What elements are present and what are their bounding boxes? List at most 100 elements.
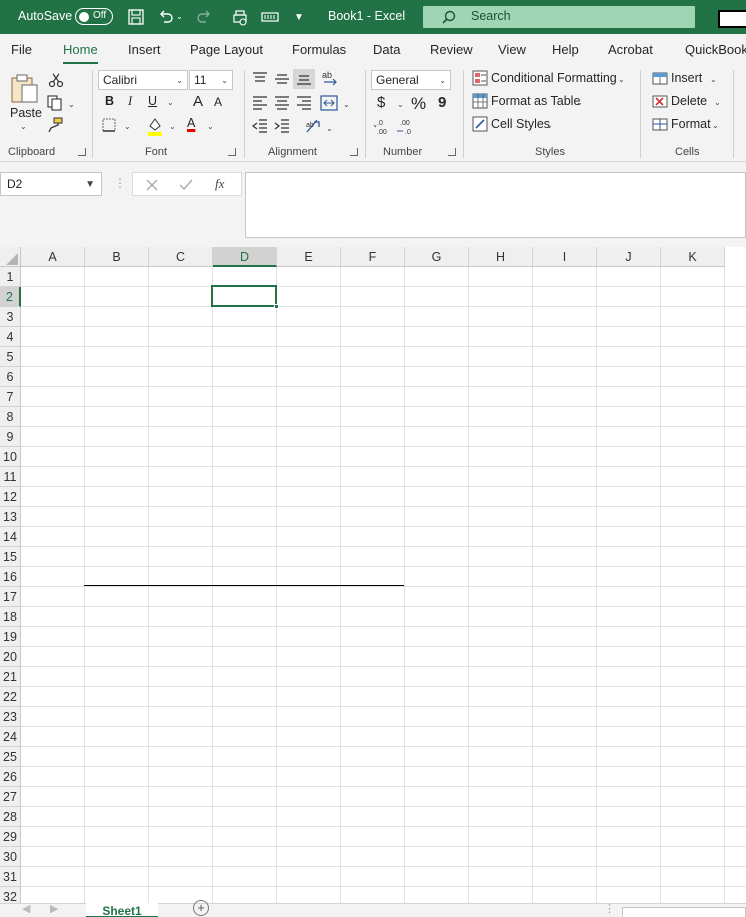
column-header-b[interactable]: B (85, 247, 149, 267)
undo-dropdown-icon[interactable]: ⌄ (176, 12, 183, 21)
fill-color-icon[interactable] (146, 116, 164, 136)
tab-formulas[interactable]: Formulas (292, 42, 346, 57)
font-name-dropdown-icon[interactable]: ⌄ (176, 76, 183, 85)
cell-styles-button[interactable]: Cell Styles (491, 117, 550, 131)
number-format-box[interactable]: General ⌄ (371, 70, 451, 90)
fill-color-dropdown-icon[interactable]: ⌄ (169, 122, 176, 131)
row-header-3[interactable]: 3 (0, 307, 21, 327)
tab-data[interactable]: Data (373, 42, 400, 57)
row-header-19[interactable]: 19 (0, 627, 21, 647)
row-header-29[interactable]: 29 (0, 827, 21, 847)
italic-button[interactable]: I (128, 94, 132, 109)
decrease-indent-icon[interactable] (252, 119, 268, 133)
font-launcher-icon[interactable] (228, 148, 236, 156)
column-header-h[interactable]: H (469, 247, 533, 267)
currency-dropdown-icon[interactable]: ⌄ (397, 100, 404, 109)
font-color-dropdown-icon[interactable]: ⌄ (207, 122, 214, 131)
new-sheet-button[interactable]: + (193, 900, 209, 916)
tab-home[interactable]: Home (63, 42, 98, 64)
row-header-31[interactable]: 31 (0, 867, 21, 887)
merge-center-icon[interactable] (320, 94, 338, 112)
fill-handle[interactable] (274, 304, 279, 309)
row-header-6[interactable]: 6 (0, 367, 21, 387)
prev-sheet-icon[interactable]: ◀ (22, 902, 30, 915)
customize-qat-icon[interactable]: ▼ (294, 12, 304, 23)
tab-page-layout[interactable]: Page Layout (190, 42, 263, 57)
row-header-28[interactable]: 28 (0, 807, 21, 827)
row-header-16[interactable]: 16 (0, 567, 21, 587)
autosave-toggle[interactable]: Off (75, 8, 113, 25)
next-sheet-icon[interactable]: ▶ (50, 902, 58, 915)
row-header-25[interactable]: 25 (0, 747, 21, 767)
row-header-12[interactable]: 12 (0, 487, 21, 507)
copy-icon[interactable] (46, 94, 64, 112)
insert-cells-icon[interactable] (652, 70, 668, 86)
column-header-i[interactable]: I (533, 247, 597, 267)
font-size-box[interactable]: 11 ⌄ (189, 70, 233, 90)
align-left-icon[interactable] (252, 96, 268, 110)
format-cells-icon[interactable] (652, 116, 668, 132)
paste-label[interactable]: Paste (10, 106, 42, 120)
orientation-icon[interactable]: ab (320, 69, 340, 89)
delete-button[interactable]: Delete (671, 94, 707, 108)
quick-print-icon[interactable] (230, 7, 250, 27)
comma-style-button[interactable]: 9 (438, 94, 446, 111)
currency-button[interactable]: $ (377, 94, 385, 111)
row-header-23[interactable]: 23 (0, 707, 21, 727)
row-header-2[interactable]: 2 (0, 287, 21, 307)
font-name-box[interactable]: Calibri ⌄ (98, 70, 188, 90)
conditional-formatting-button[interactable]: Conditional Formatting (491, 71, 617, 85)
format-as-table-button[interactable]: Format as Table (491, 94, 580, 108)
insert-function-icon[interactable]: fx (215, 176, 224, 192)
tab-review[interactable]: Review (430, 42, 473, 57)
undo-icon[interactable] (156, 7, 176, 27)
alignment-launcher-icon[interactable] (350, 148, 358, 156)
merge-dropdown-icon[interactable]: ⌄ (343, 100, 350, 109)
paste-dropdown-icon[interactable]: ⌄ (20, 122, 27, 131)
name-box[interactable]: D2 ▼ (0, 172, 102, 196)
cut-icon[interactable] (48, 72, 64, 88)
row-header-7[interactable]: 7 (0, 387, 21, 407)
row-header-17[interactable]: 17 (0, 587, 21, 607)
tab-insert[interactable]: Insert (128, 42, 161, 57)
borders-icon[interactable] (101, 117, 117, 133)
row-header-10[interactable]: 10 (0, 447, 21, 467)
bold-button[interactable]: B (105, 94, 114, 108)
format-painter-icon[interactable] (46, 116, 64, 134)
shrink-font-button[interactable]: A (214, 95, 222, 109)
column-header-a[interactable]: A (21, 247, 85, 267)
row-header-13[interactable]: 13 (0, 507, 21, 527)
format-as-table-dropdown-icon[interactable]: ⌄ (576, 98, 583, 107)
save-icon[interactable] (126, 7, 146, 27)
formula-bar-grip-icon[interactable]: ⋮ (114, 176, 126, 190)
paste-icon[interactable] (10, 72, 40, 104)
column-header-k[interactable]: K (661, 247, 725, 267)
row-header-1[interactable]: 1 (0, 267, 21, 287)
copy-dropdown-icon[interactable]: ⌄ (68, 100, 75, 109)
conditional-formatting-dropdown-icon[interactable]: ⌄ (618, 75, 625, 84)
row-header-5[interactable]: 5 (0, 347, 21, 367)
row-header-14[interactable]: 14 (0, 527, 21, 547)
insert-dropdown-icon[interactable]: ⌄ (710, 75, 717, 84)
tab-help[interactable]: Help (552, 42, 579, 57)
font-color-button[interactable]: A (187, 116, 195, 130)
formula-input[interactable] (245, 172, 746, 238)
row-header-30[interactable]: 30 (0, 847, 21, 867)
row-header-20[interactable]: 20 (0, 647, 21, 667)
format-as-table-icon[interactable] (472, 93, 488, 109)
tab-split-icon[interactable]: ⋮ (604, 902, 615, 915)
tab-quickbooks[interactable]: QuickBooks (685, 42, 746, 57)
conditional-formatting-icon[interactable] (472, 70, 488, 86)
wrap-text-icon[interactable]: ab (305, 118, 323, 134)
column-header-e[interactable]: E (277, 247, 341, 267)
row-header-8[interactable]: 8 (0, 407, 21, 427)
number-format-dropdown-icon[interactable]: ⌄ (439, 76, 446, 85)
tab-view[interactable]: View (498, 42, 526, 57)
row-header-24[interactable]: 24 (0, 727, 21, 747)
account-box[interactable] (718, 10, 746, 28)
delete-cells-icon[interactable] (652, 93, 668, 109)
sheet-tab[interactable]: Sheet1 (86, 903, 158, 917)
horizontal-scrollbar[interactable] (622, 907, 746, 917)
column-header-g[interactable]: G (405, 247, 469, 267)
row-header-11[interactable]: 11 (0, 467, 21, 487)
